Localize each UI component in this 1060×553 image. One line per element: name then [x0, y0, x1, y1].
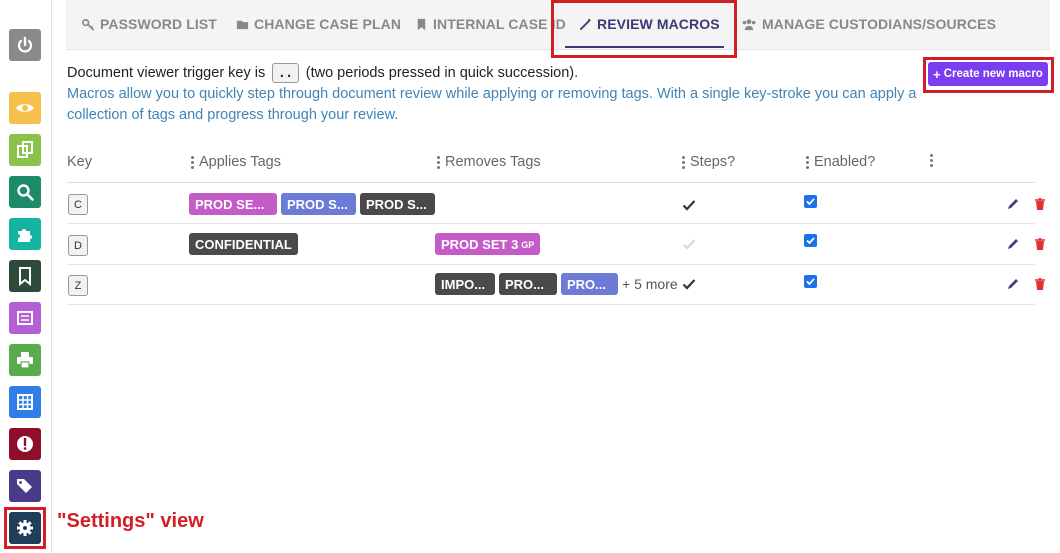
review-macros-highlight-box [551, 0, 737, 58]
more-tags-link[interactable]: + 5 more [622, 276, 678, 292]
tab-label: PASSWORD LIST [100, 16, 217, 32]
enabled-checkbox[interactable] [804, 195, 817, 208]
bookmark-button[interactable] [9, 260, 41, 292]
create-button-label: Create new macro [943, 68, 1043, 80]
delete-trash-icon[interactable] [1033, 197, 1047, 211]
header-steps[interactable]: Steps? [682, 154, 735, 170]
users-icon [742, 18, 756, 30]
trigger-key-info: Document viewer trigger key is .. (two p… [67, 63, 937, 84]
tab-label: INTERNAL CASE ID [433, 16, 566, 32]
applies-tag: PROD SE... [189, 193, 277, 215]
list-icon [17, 311, 33, 325]
column-handle-icon [437, 155, 440, 169]
applies-tag: CONFIDENTIAL [189, 233, 298, 255]
tab-password-list[interactable]: PASSWORD LIST [82, 0, 217, 48]
bookmark-icon [19, 267, 31, 286]
checkmark-icon [806, 278, 815, 286]
macro-description: Macros allow you to quickly step through… [67, 86, 917, 123]
tags-button[interactable] [9, 470, 41, 502]
applies-tag: PROD S... [281, 193, 356, 215]
removes-tag: PRO... [561, 273, 618, 295]
steps-check-icon [682, 239, 696, 250]
removes-tag: IMPO... [435, 273, 495, 295]
tab-manage-custodians[interactable]: MANAGE CUSTODIANS/SOURCES [741, 0, 996, 48]
column-handle-icon [682, 155, 685, 169]
column-handle-icon [191, 155, 194, 169]
puzzle-button[interactable] [9, 218, 41, 250]
puzzle-icon [18, 229, 32, 242]
checkmark-icon [806, 198, 815, 206]
print-button[interactable] [9, 344, 41, 376]
delete-trash-icon[interactable] [1033, 277, 1047, 291]
header-actions[interactable] [930, 154, 933, 167]
applies-tag: PROD S... [360, 193, 435, 215]
table-row[interactable]: C PROD SE... PROD S... PROD S... [67, 184, 1045, 224]
header-applies-tags[interactable]: Applies Tags [191, 154, 281, 170]
steps-check-icon [682, 200, 696, 211]
alert-icon [17, 436, 33, 452]
tab-change-case-plan[interactable]: CHANGE CASE PLAN [236, 0, 401, 48]
removes-tag-badge: GP [521, 240, 535, 250]
copy-button[interactable] [9, 134, 41, 166]
list-button[interactable] [9, 302, 41, 334]
edit-pencil-icon[interactable] [1006, 197, 1020, 211]
view-button[interactable] [9, 92, 41, 124]
steps-check-icon [682, 279, 696, 290]
create-new-macro-button[interactable]: + Create new macro [928, 62, 1048, 86]
edit-pencil-icon[interactable] [1006, 277, 1020, 291]
removes-tag-label: PROD SET 3 [441, 236, 519, 252]
key-icon [82, 18, 95, 31]
macro-table-header: Key Applies Tags Removes Tags Steps? Ena… [67, 145, 1035, 183]
folder-icon [236, 20, 249, 29]
removes-tag: PRO... [499, 273, 557, 295]
table-button[interactable] [9, 386, 41, 418]
removes-tag: PROD SET 3 GP [435, 233, 541, 255]
settings-view-annotation: "Settings" view [57, 510, 204, 532]
checkmark-icon [806, 237, 815, 245]
trigger-key: .. [272, 63, 299, 84]
sidebar [0, 0, 52, 553]
tab-internal-case-id[interactable]: INTERNAL CASE ID [415, 0, 566, 48]
search-icon [17, 184, 34, 201]
enabled-checkbox[interactable] [804, 234, 817, 247]
header-removes-tags[interactable]: Removes Tags [437, 154, 541, 170]
table-row[interactable]: D CONFIDENTIAL PROD SET 3 GP [67, 225, 1045, 265]
enabled-checkbox[interactable] [804, 275, 817, 288]
header-enabled[interactable]: Enabled? [806, 154, 875, 170]
tab-label: MANAGE CUSTODIANS/SOURCES [762, 16, 997, 32]
trigger-prefix: Document viewer trigger key is [67, 65, 266, 81]
header-key[interactable]: Key [67, 154, 92, 170]
table-row[interactable]: Z IMPO... PRO... PRO... + 5 more [67, 265, 1045, 305]
macro-info: Document viewer trigger key is .. (two p… [67, 63, 937, 126]
print-icon [17, 352, 33, 369]
copy-icon [17, 141, 33, 158]
search-button[interactable] [9, 176, 41, 208]
macro-key: D [68, 235, 88, 256]
alert-button[interactable] [9, 428, 41, 460]
column-handle-icon [806, 155, 809, 169]
delete-trash-icon[interactable] [1033, 237, 1047, 251]
power-icon [17, 36, 33, 53]
tab-label: CHANGE CASE PLAN [254, 16, 402, 32]
settings-highlight-box [4, 507, 46, 549]
bookmark-icon [417, 18, 426, 30]
plus-icon: + [933, 66, 941, 82]
power-button[interactable] [9, 29, 41, 61]
eye-icon [16, 104, 34, 112]
macro-key: C [68, 194, 88, 215]
edit-pencil-icon[interactable] [1006, 237, 1020, 251]
table-icon [17, 394, 33, 410]
trigger-suffix: (two periods pressed in quick succession… [305, 65, 579, 81]
column-handle-icon [930, 154, 933, 167]
tags-icon [17, 479, 32, 493]
macro-key: Z [68, 275, 88, 296]
